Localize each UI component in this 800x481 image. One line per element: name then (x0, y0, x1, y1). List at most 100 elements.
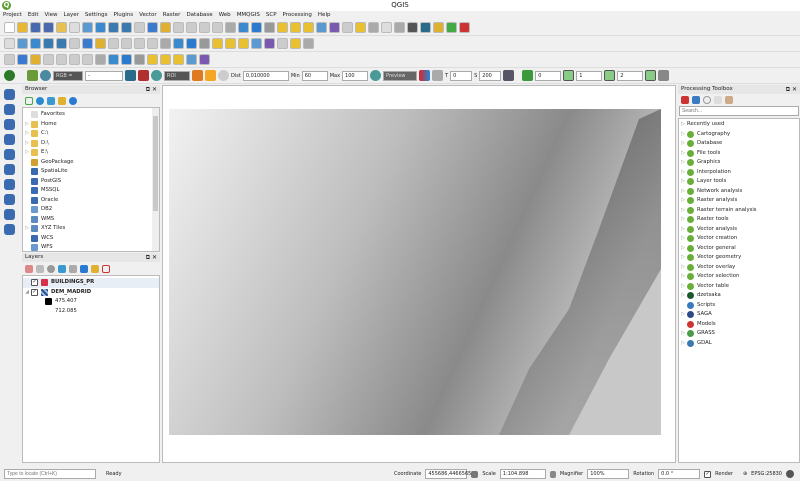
dist-input[interactable]: 0,010000 (242, 70, 289, 81)
processing-item[interactable]: ▷ File tools (679, 149, 799, 159)
toolbar-button-icon[interactable] (30, 54, 41, 65)
toolbar-button-icon[interactable] (329, 22, 340, 33)
messages-icon[interactable] (786, 470, 794, 478)
toolbar-button-icon[interactable] (381, 22, 392, 33)
toolbar-button-icon[interactable] (160, 22, 171, 33)
expand-arrow-icon[interactable]: ▷ (679, 168, 687, 178)
add-group-icon[interactable] (36, 264, 44, 273)
results-icon[interactable] (714, 96, 722, 104)
expand-arrow-icon[interactable]: ▷ (23, 129, 31, 139)
browser-item[interactable]: ▷ Home (23, 120, 159, 130)
toolbar-button-icon[interactable] (277, 22, 288, 33)
toolbar-button-icon[interactable] (4, 22, 15, 33)
coordinate-input[interactable]: 455686,4466565 (425, 469, 471, 479)
scp-redo-icon[interactable] (218, 70, 229, 81)
toolbar-button-icon[interactable] (277, 38, 288, 49)
toolbar-button-icon[interactable] (108, 22, 119, 33)
expand-arrow-icon[interactable]: ▷ (679, 339, 687, 349)
toolbar-button-icon[interactable] (290, 22, 301, 33)
close-icon[interactable]: ⧉ ✕ (786, 85, 797, 94)
scp-bandset-icon[interactable] (522, 70, 534, 81)
add-raster-layer-icon[interactable] (4, 104, 15, 115)
add-wfs-icon[interactable] (4, 209, 15, 220)
toolbar-button-icon[interactable] (134, 54, 145, 65)
processing-item[interactable]: ▷ Graphics (679, 158, 799, 168)
toolbar-button-icon[interactable] (43, 54, 54, 65)
expand-all-icon[interactable] (80, 264, 88, 273)
browser-item[interactable]: ▷ D:\ (23, 139, 159, 149)
close-icon[interactable]: ⧉ ✕ (146, 85, 157, 94)
menu-scp[interactable]: SCP (266, 11, 277, 20)
expand-arrow-icon[interactable]: ▷ (679, 291, 687, 301)
processing-item[interactable]: ▷ Vector analysis (679, 225, 799, 235)
filter-icon[interactable] (47, 96, 55, 105)
expand-arrow-icon[interactable]: ▷ (679, 263, 687, 273)
toolbar-button-icon[interactable] (251, 38, 262, 49)
locate-input[interactable] (4, 469, 96, 479)
refresh-icon[interactable] (36, 96, 44, 105)
toolbar-button-icon[interactable] (95, 54, 106, 65)
style-icon[interactable] (25, 264, 33, 273)
processing-item[interactable]: ▷ Layer tools (679, 177, 799, 187)
toolbar-button-icon[interactable] (69, 54, 80, 65)
browser-item[interactable]: ▷ E:\ (23, 148, 159, 158)
processing-item[interactable]: ▷ Raster terrain analysis (679, 206, 799, 216)
toolbar-button-icon[interactable] (160, 38, 171, 49)
expand-arrow-icon[interactable]: ▷ (23, 139, 31, 149)
close-icon[interactable]: ⧉ ✕ (146, 253, 157, 262)
expand-arrow-icon[interactable]: ▷ (679, 282, 687, 292)
toolbar-button-icon[interactable] (264, 38, 275, 49)
toolbar-button-icon[interactable] (173, 22, 184, 33)
expand-arrow-icon[interactable]: ▷ (679, 253, 687, 263)
expand-arrow-icon[interactable]: ▷ (679, 215, 687, 225)
menu-raster[interactable]: Raster (163, 11, 181, 20)
checkbox[interactable]: ✓ (31, 279, 38, 287)
processing-item[interactable]: ▷ Vector geometry (679, 253, 799, 263)
checkbox[interactable]: ✓ (31, 288, 38, 296)
menu-layer[interactable]: Layer (64, 11, 79, 20)
expand-arrow-icon[interactable]: ▷ (23, 120, 31, 130)
expand-arrow-icon[interactable]: ▷ (679, 149, 687, 159)
processing-item[interactable]: ▷ Interpolation (679, 168, 799, 178)
expand-arrow-icon[interactable]: ▷ (679, 272, 687, 282)
menu-mmqgis[interactable]: MMQGIS (237, 11, 260, 20)
browser-item[interactable]: WMS (23, 215, 159, 225)
toolbar-button-icon[interactable] (199, 54, 210, 65)
magnifier-input[interactable]: 100% (587, 469, 630, 479)
toolbar-button-icon[interactable] (160, 54, 171, 65)
min-input[interactable]: 60 (301, 70, 328, 81)
scp-input-icon[interactable] (27, 70, 38, 81)
t-input[interactable]: 0 (450, 70, 473, 81)
python-icon[interactable] (692, 96, 700, 104)
toolbar-button-icon[interactable] (186, 38, 197, 49)
scp-rgb-icon[interactable] (40, 70, 51, 81)
browser-item[interactable]: Favorites (23, 110, 159, 120)
toolbar-button-icon[interactable] (17, 22, 28, 33)
toolbar-button-icon[interactable] (199, 22, 210, 33)
add-delimited-text-icon[interactable] (4, 134, 15, 145)
toolbar-button-icon[interactable] (134, 38, 145, 49)
expression-filter-icon[interactable] (69, 264, 77, 273)
browser-item[interactable]: Oracle (23, 196, 159, 206)
toolbar-button-icon[interactable] (17, 38, 28, 49)
toolbar-button-icon[interactable] (407, 22, 418, 33)
processing-item[interactable]: ▷ Raster tools (679, 215, 799, 225)
toolbar-button-icon[interactable] (225, 38, 236, 49)
toolbar-button-icon[interactable] (17, 54, 28, 65)
expand-arrow-icon[interactable]: ▷ (679, 329, 687, 339)
render-checkbox[interactable]: ✓ (704, 470, 712, 478)
scp-roi-polygon-icon[interactable] (192, 70, 203, 81)
toolbar-button-icon[interactable] (121, 54, 132, 65)
expand-arrow-icon[interactable]: ▷ (679, 196, 687, 206)
scp-add-point-icon[interactable] (205, 70, 216, 81)
toolbar-button-icon[interactable] (56, 54, 67, 65)
s-input[interactable]: 200 (479, 70, 502, 81)
models-icon[interactable] (681, 96, 689, 104)
menu-view[interactable]: View (44, 11, 57, 20)
filter-icon[interactable] (58, 264, 66, 273)
scp-magnet-icon[interactable] (432, 70, 444, 81)
toolbar-button-icon[interactable] (121, 22, 132, 33)
toolbar-button-icon[interactable] (95, 38, 106, 49)
menu-project[interactable]: Project (3, 11, 22, 20)
expand-arrow-icon[interactable]: ▷ (679, 139, 687, 149)
